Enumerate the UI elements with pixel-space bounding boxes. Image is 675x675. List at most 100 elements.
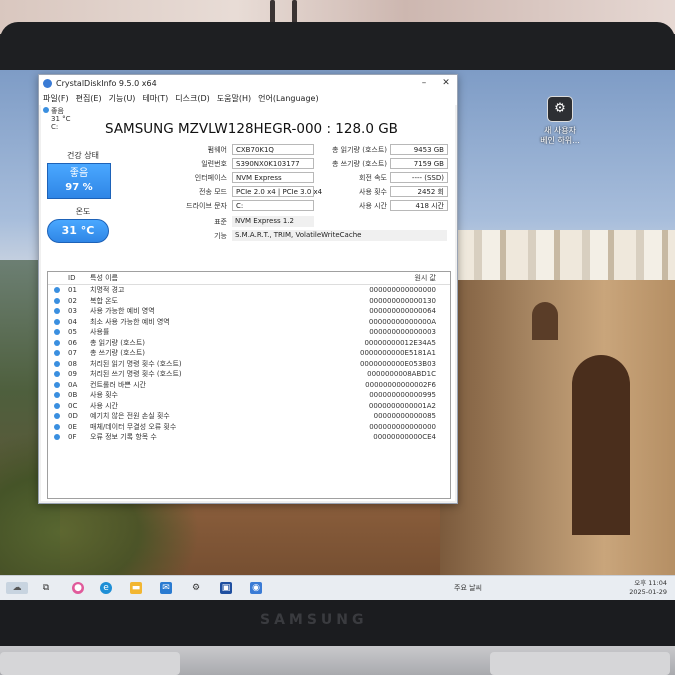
- crystaldiskinfo-taskbar-icon[interactable]: ◉: [250, 582, 262, 594]
- attr-raw: 00000000012E34A5: [364, 338, 436, 347]
- table-row[interactable]: 0C 사용 시간 0000000000001A2: [48, 401, 450, 412]
- attr-raw: 00000000000085: [373, 412, 436, 420]
- menu-bar: 파일(F) 편집(E) 기능(U) 테마(T) 디스크(D) 도움말(H) 언어…: [39, 91, 457, 105]
- status-dot-icon: [54, 287, 60, 293]
- settings-icon[interactable]: ⚙: [190, 582, 202, 594]
- attr-id: 0A: [68, 380, 78, 389]
- table-row[interactable]: 0E 매체/데이터 무결성 오류 횟수 000000000000000: [48, 422, 450, 433]
- table-row[interactable]: 0F 오류 정보 기록 항목 수 00000000000CE4: [48, 432, 450, 443]
- table-row[interactable]: 09 처리된 쓰기 명령 횟수 (호스트) 0000000008ABD1C: [48, 369, 450, 380]
- crystaldiskinfo-window: CrystalDiskInfo 9.5.0 x64 – ✕ 파일(F) 편집(E…: [38, 74, 458, 504]
- menu-edit[interactable]: 편집(E): [76, 93, 102, 104]
- field-label: 전송 모드: [199, 188, 227, 196]
- table-header: ID 특성 이름 원시 값: [48, 272, 450, 285]
- table-row[interactable]: 05 사용률 000000000000003: [48, 327, 450, 338]
- disk-selector[interactable]: 좋음 31 °C C:: [43, 107, 103, 137]
- features-value: S.M.A.R.T., TRIM, VolatileWriteCache: [232, 230, 447, 241]
- clock-date: 2025-01-29: [629, 588, 667, 596]
- status-dot-icon: [54, 381, 60, 388]
- file-explorer-icon[interactable]: ▬: [130, 582, 142, 594]
- chrome-icon[interactable]: ●: [72, 582, 84, 594]
- table-row[interactable]: 06 총 읽기량 (호스트) 00000000012E34A5: [48, 338, 450, 349]
- table-row[interactable]: 0B 사용 횟수 000000000000995: [48, 390, 450, 401]
- field-label: 사용 시간: [359, 202, 387, 210]
- attr-id: 08: [68, 359, 77, 368]
- field-label: 인터페이스: [194, 174, 227, 182]
- minimize-button[interactable]: –: [413, 78, 435, 88]
- attr-id: 02: [68, 296, 77, 305]
- status-dot-icon: [54, 402, 60, 409]
- field-label: 일련번호: [201, 160, 227, 168]
- field-label: 기능: [214, 232, 227, 240]
- weather-text[interactable]: 주요 날씨: [454, 583, 482, 593]
- task-view-icon[interactable]: ⧉: [40, 582, 52, 594]
- attr-name: 치명적 경고: [90, 286, 125, 294]
- attr-raw: 000000000000064: [369, 307, 436, 315]
- table-row[interactable]: 08 처리된 읽기 명령 횟수 (호스트) 0000000000E053B03: [48, 359, 450, 370]
- attr-id: 0B: [68, 391, 78, 399]
- attr-raw: 000000000000003: [369, 328, 436, 336]
- attr-raw: 0000000000001A2: [368, 401, 436, 410]
- menu-theme[interactable]: 테마(T): [142, 93, 168, 104]
- edge-icon[interactable]: e: [100, 582, 112, 594]
- disk-state: 좋음: [51, 107, 64, 115]
- drive-letter-value: C:: [232, 200, 314, 211]
- disk-temp: 31 °C: [51, 115, 71, 123]
- table-row[interactable]: 04 최소 사용 가능한 예비 영역 00000000000000A: [48, 317, 450, 328]
- clock-time: 오후 11:04: [634, 579, 667, 587]
- header-name: 특성 이름: [90, 274, 118, 282]
- table-row[interactable]: 0A 컨트롤러 바쁜 시간 00000000000002F6: [48, 380, 450, 391]
- power-count-value: 2452 회: [390, 186, 448, 197]
- health-status-box[interactable]: 좋음 97 %: [47, 163, 111, 199]
- status-dot-icon: [54, 371, 60, 377]
- table-row[interactable]: 03 사용 가능한 예비 영역 000000000000064: [48, 306, 450, 317]
- status-dot-icon: [54, 413, 60, 419]
- attr-name: 총 쓰기량 (호스트): [90, 349, 145, 357]
- field-label: 사용 횟수: [359, 188, 387, 196]
- menu-language[interactable]: 언어(Language): [258, 93, 318, 104]
- attr-name: 오류 정보 기록 항목 수: [90, 433, 157, 441]
- standard-value: NVM Express 1.2: [232, 216, 314, 227]
- attr-raw: 00000000000CE4: [373, 433, 436, 441]
- attr-id: 05: [68, 328, 77, 336]
- attr-id: 0C: [68, 401, 78, 410]
- menu-disk[interactable]: 디스크(D): [175, 93, 209, 104]
- app-icon[interactable]: ▣: [220, 582, 232, 594]
- field-label: 총 읽기량 (호스트): [332, 146, 387, 154]
- clock[interactable]: 오후 11:04 2025-01-29: [629, 579, 667, 597]
- desktop-shortcut[interactable]: ⚙ 새 사용자 베인 하위...: [530, 96, 590, 146]
- status-dot-icon: [54, 318, 60, 325]
- attr-id: 0E: [68, 422, 77, 431]
- field-label: 드라이브 문자: [186, 202, 227, 210]
- menu-function[interactable]: 기능(U): [109, 93, 136, 104]
- widgets-icon[interactable]: ☁: [6, 582, 28, 594]
- wallpaper-bridge-arch: [572, 355, 630, 535]
- shortcut-label: 새 사용자 베인 하위...: [540, 126, 580, 145]
- menu-file[interactable]: 파일(F): [43, 93, 69, 104]
- attr-name: 최소 사용 가능한 예비 영역: [90, 317, 170, 326]
- attr-name: 매체/데이터 무결성 오류 횟수: [90, 422, 177, 431]
- title-bar: CrystalDiskInfo 9.5.0 x64 – ✕: [39, 75, 457, 91]
- table-row[interactable]: 0D 예기치 않은 전원 손실 횟수 00000000000085: [48, 411, 450, 422]
- attr-name: 사용 시간: [90, 401, 118, 410]
- close-button[interactable]: ✕: [435, 78, 457, 88]
- attr-raw: 0000000000E053B03: [359, 359, 436, 368]
- laptop-brand-logo: SAMSUNG: [260, 612, 368, 628]
- menu-help[interactable]: 도움말(H): [217, 93, 251, 104]
- attr-id: 0D: [68, 412, 78, 420]
- taskbar: ☁ ⧉ ● e ▬ ✉ ⚙ ▣ ◉ 주요 날씨 오후 11:04 2025-01…: [0, 575, 675, 600]
- hinge: [0, 652, 180, 675]
- table-row[interactable]: 07 총 쓰기량 (호스트) 0000000000E5181A1: [48, 348, 450, 359]
- disk-model: SAMSUNG MZVLW128HEGR-000 : 128.0 GB: [105, 121, 398, 137]
- attr-name: 예기치 않은 전원 손실 횟수: [90, 412, 170, 420]
- attr-raw: 000000000000995: [369, 391, 436, 399]
- attr-raw: 00000000000002F6: [365, 380, 436, 389]
- smart-attribute-table[interactable]: ID 특성 이름 원시 값 01 치명적 경고 000000000000000 02…: [47, 271, 451, 499]
- attr-raw: 0000000008ABD1C: [367, 370, 436, 378]
- table-row[interactable]: 02 복합 온도 000000000000130: [48, 296, 450, 307]
- table-row[interactable]: 01 치명적 경고 000000000000000: [48, 285, 450, 296]
- attr-name: 사용 횟수: [90, 391, 118, 399]
- attr-name: 사용률: [90, 328, 110, 336]
- status-dot-icon: [54, 308, 60, 314]
- mail-icon[interactable]: ✉: [160, 582, 172, 594]
